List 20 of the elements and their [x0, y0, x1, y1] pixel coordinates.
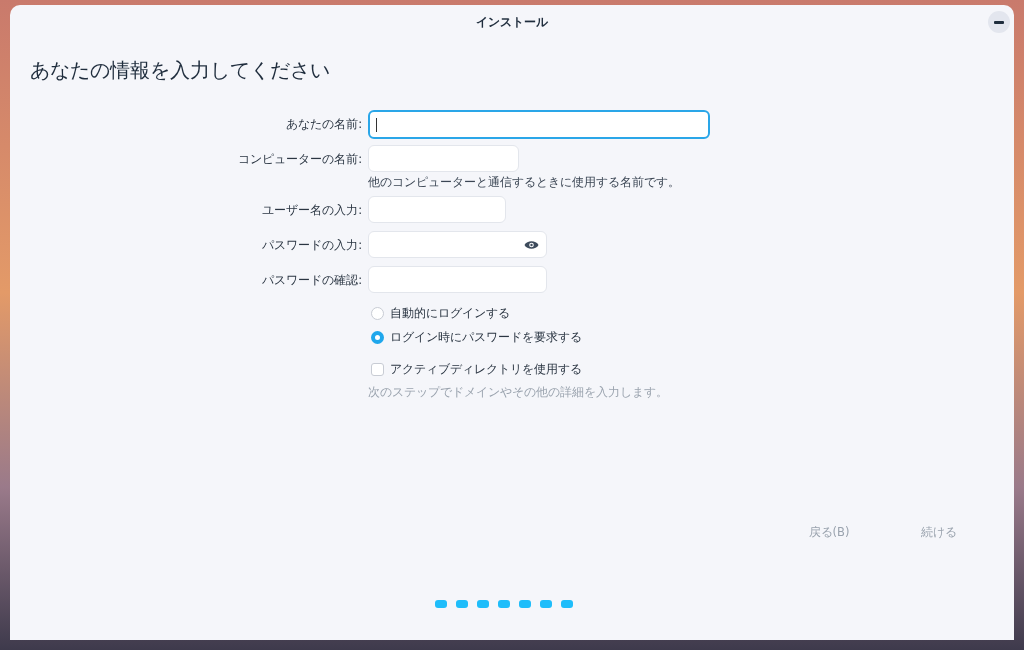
option-label[interactable]: 自動的にログインする: [390, 305, 510, 321]
window-title: インストール: [476, 13, 548, 31]
radio-button[interactable]: [371, 330, 384, 344]
input-field[interactable]: [368, 110, 710, 139]
checkbox-label[interactable]: アクティブディレクトリを使用する: [390, 361, 582, 377]
field-hint: 他のコンピューターと通信するときに使用する名前です。: [368, 175, 681, 190]
field-label: コンピューターの名前:: [237, 151, 362, 168]
radio-button[interactable]: [371, 306, 384, 320]
field-label: ユーザー名の入力:: [261, 202, 362, 219]
option-label[interactable]: ログイン時にパスワードを要求する: [390, 329, 582, 345]
page-heading: あなたの情報を入力してください: [30, 57, 331, 84]
checkbox[interactable]: [371, 362, 384, 376]
text-cursor: [376, 118, 377, 132]
field-label: パスワードの入力:: [261, 237, 362, 254]
show-password-icon[interactable]: [524, 240, 539, 250]
minimize-button[interactable]: [988, 11, 1010, 33]
field-label: パスワードの確認:: [261, 272, 362, 289]
minimize-icon: [994, 20, 1004, 24]
field-label: あなたの名前:: [285, 116, 362, 133]
checkbox-hint: 次のステップでドメインやその他の詳細を入力します。: [368, 385, 669, 400]
